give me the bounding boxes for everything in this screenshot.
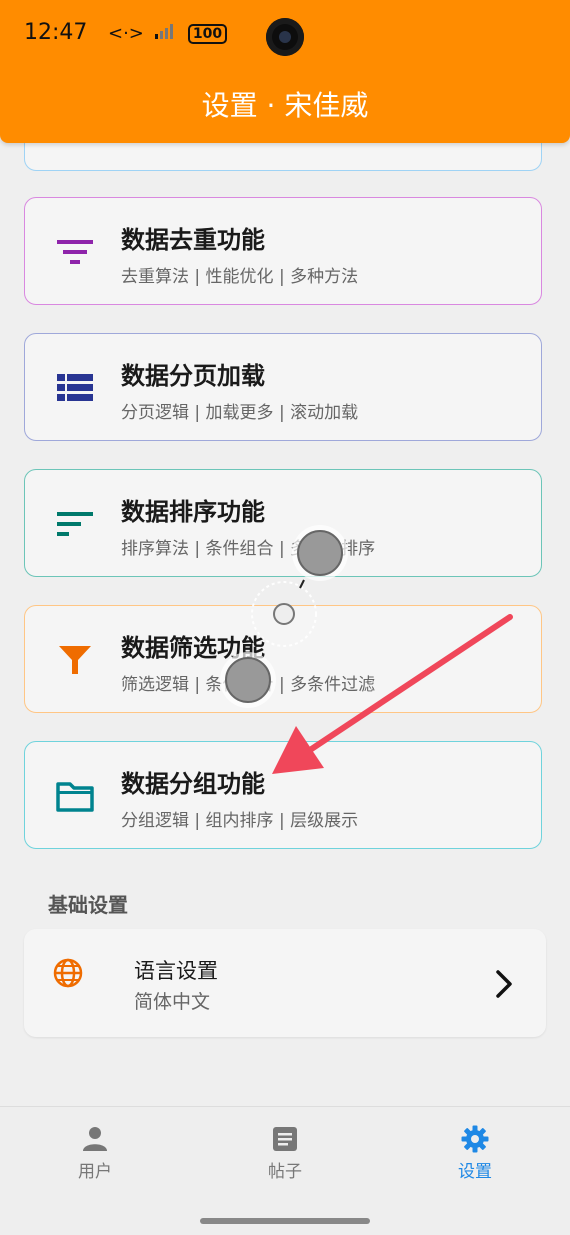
language-value: 简体中文 [134,991,211,1013]
status-bar: 12:47 <·> 100 [0,0,570,70]
card-pagination[interactable]: 数据分页加载 分页逻辑 | 加载更多 | 滚动加载 [24,333,542,441]
card-dedup[interactable]: 数据去重功能 去重算法 | 性能优化 | 多种方法 [24,197,542,305]
card-subtitle: 排序算法 | 条件组合 | 多字段排序 [121,539,376,559]
app-header: 12:47 <·> 100 设置 · 宋佳威 [0,0,570,143]
globe-icon [53,958,83,988]
card-title: 数据分组功能 [121,770,265,798]
bottom-navigation: 用户 帖子 设置 [0,1106,570,1235]
gear-icon [461,1125,489,1153]
nav-item-users[interactable]: 用户 [35,1125,155,1182]
card-grouping[interactable]: 数据分组功能 分组逻辑 | 组内排序 | 层级展示 [24,741,542,849]
filter-list-icon [57,240,93,264]
card-title: 数据筛选功能 [121,634,265,662]
card-partial[interactable] [24,143,542,171]
nav-label: 帖子 [268,1162,302,1182]
page-title: 设置 · 宋佳威 [201,89,369,122]
card-title: 数据分页加载 [121,362,265,390]
card-title: 数据排序功能 [121,498,265,526]
section-title: 基础设置 [48,893,128,917]
folder-icon [56,782,94,812]
person-icon [83,1127,107,1151]
settings-content: 数据去重功能 去重算法 | 性能优化 | 多种方法 数据分页加载 分页逻辑 | … [0,143,570,1105]
data-transfer-icon: <·> [108,23,144,44]
card-filter[interactable]: 数据筛选功能 筛选逻辑 | 条件组合 | 多条件过滤 [24,605,542,713]
card-subtitle: 筛选逻辑 | 条件组合 | 多条件过滤 [121,675,376,695]
chevron-right-icon [496,970,512,998]
funnel-icon [59,646,91,674]
card-subtitle: 分页逻辑 | 加载更多 | 滚动加载 [121,403,359,423]
nav-item-posts[interactable]: 帖子 [225,1125,345,1182]
home-indicator [200,1218,370,1224]
nav-label: 设置 [458,1162,492,1182]
status-time: 12:47 [24,20,88,45]
card-title: 数据去重功能 [121,226,265,254]
battery-icon: 100 [187,23,228,44]
nav-item-settings[interactable]: 设置 [415,1125,535,1182]
card-subtitle: 分组逻辑 | 组内排序 | 层级展示 [121,811,359,831]
nav-label: 用户 [78,1162,112,1182]
language-setting-row[interactable]: 语言设置 简体中文 [24,929,546,1037]
front-camera [266,18,304,56]
view-list-icon [57,374,93,401]
status-icons: <·> 100 [108,22,228,45]
sort-icon [57,512,93,536]
signal-icon [154,22,178,45]
language-title: 语言设置 [134,959,218,983]
card-subtitle: 去重算法 | 性能优化 | 多种方法 [121,267,359,287]
article-icon [273,1127,297,1151]
card-sort[interactable]: 数据排序功能 排序算法 | 条件组合 | 多字段排序 [24,469,542,577]
